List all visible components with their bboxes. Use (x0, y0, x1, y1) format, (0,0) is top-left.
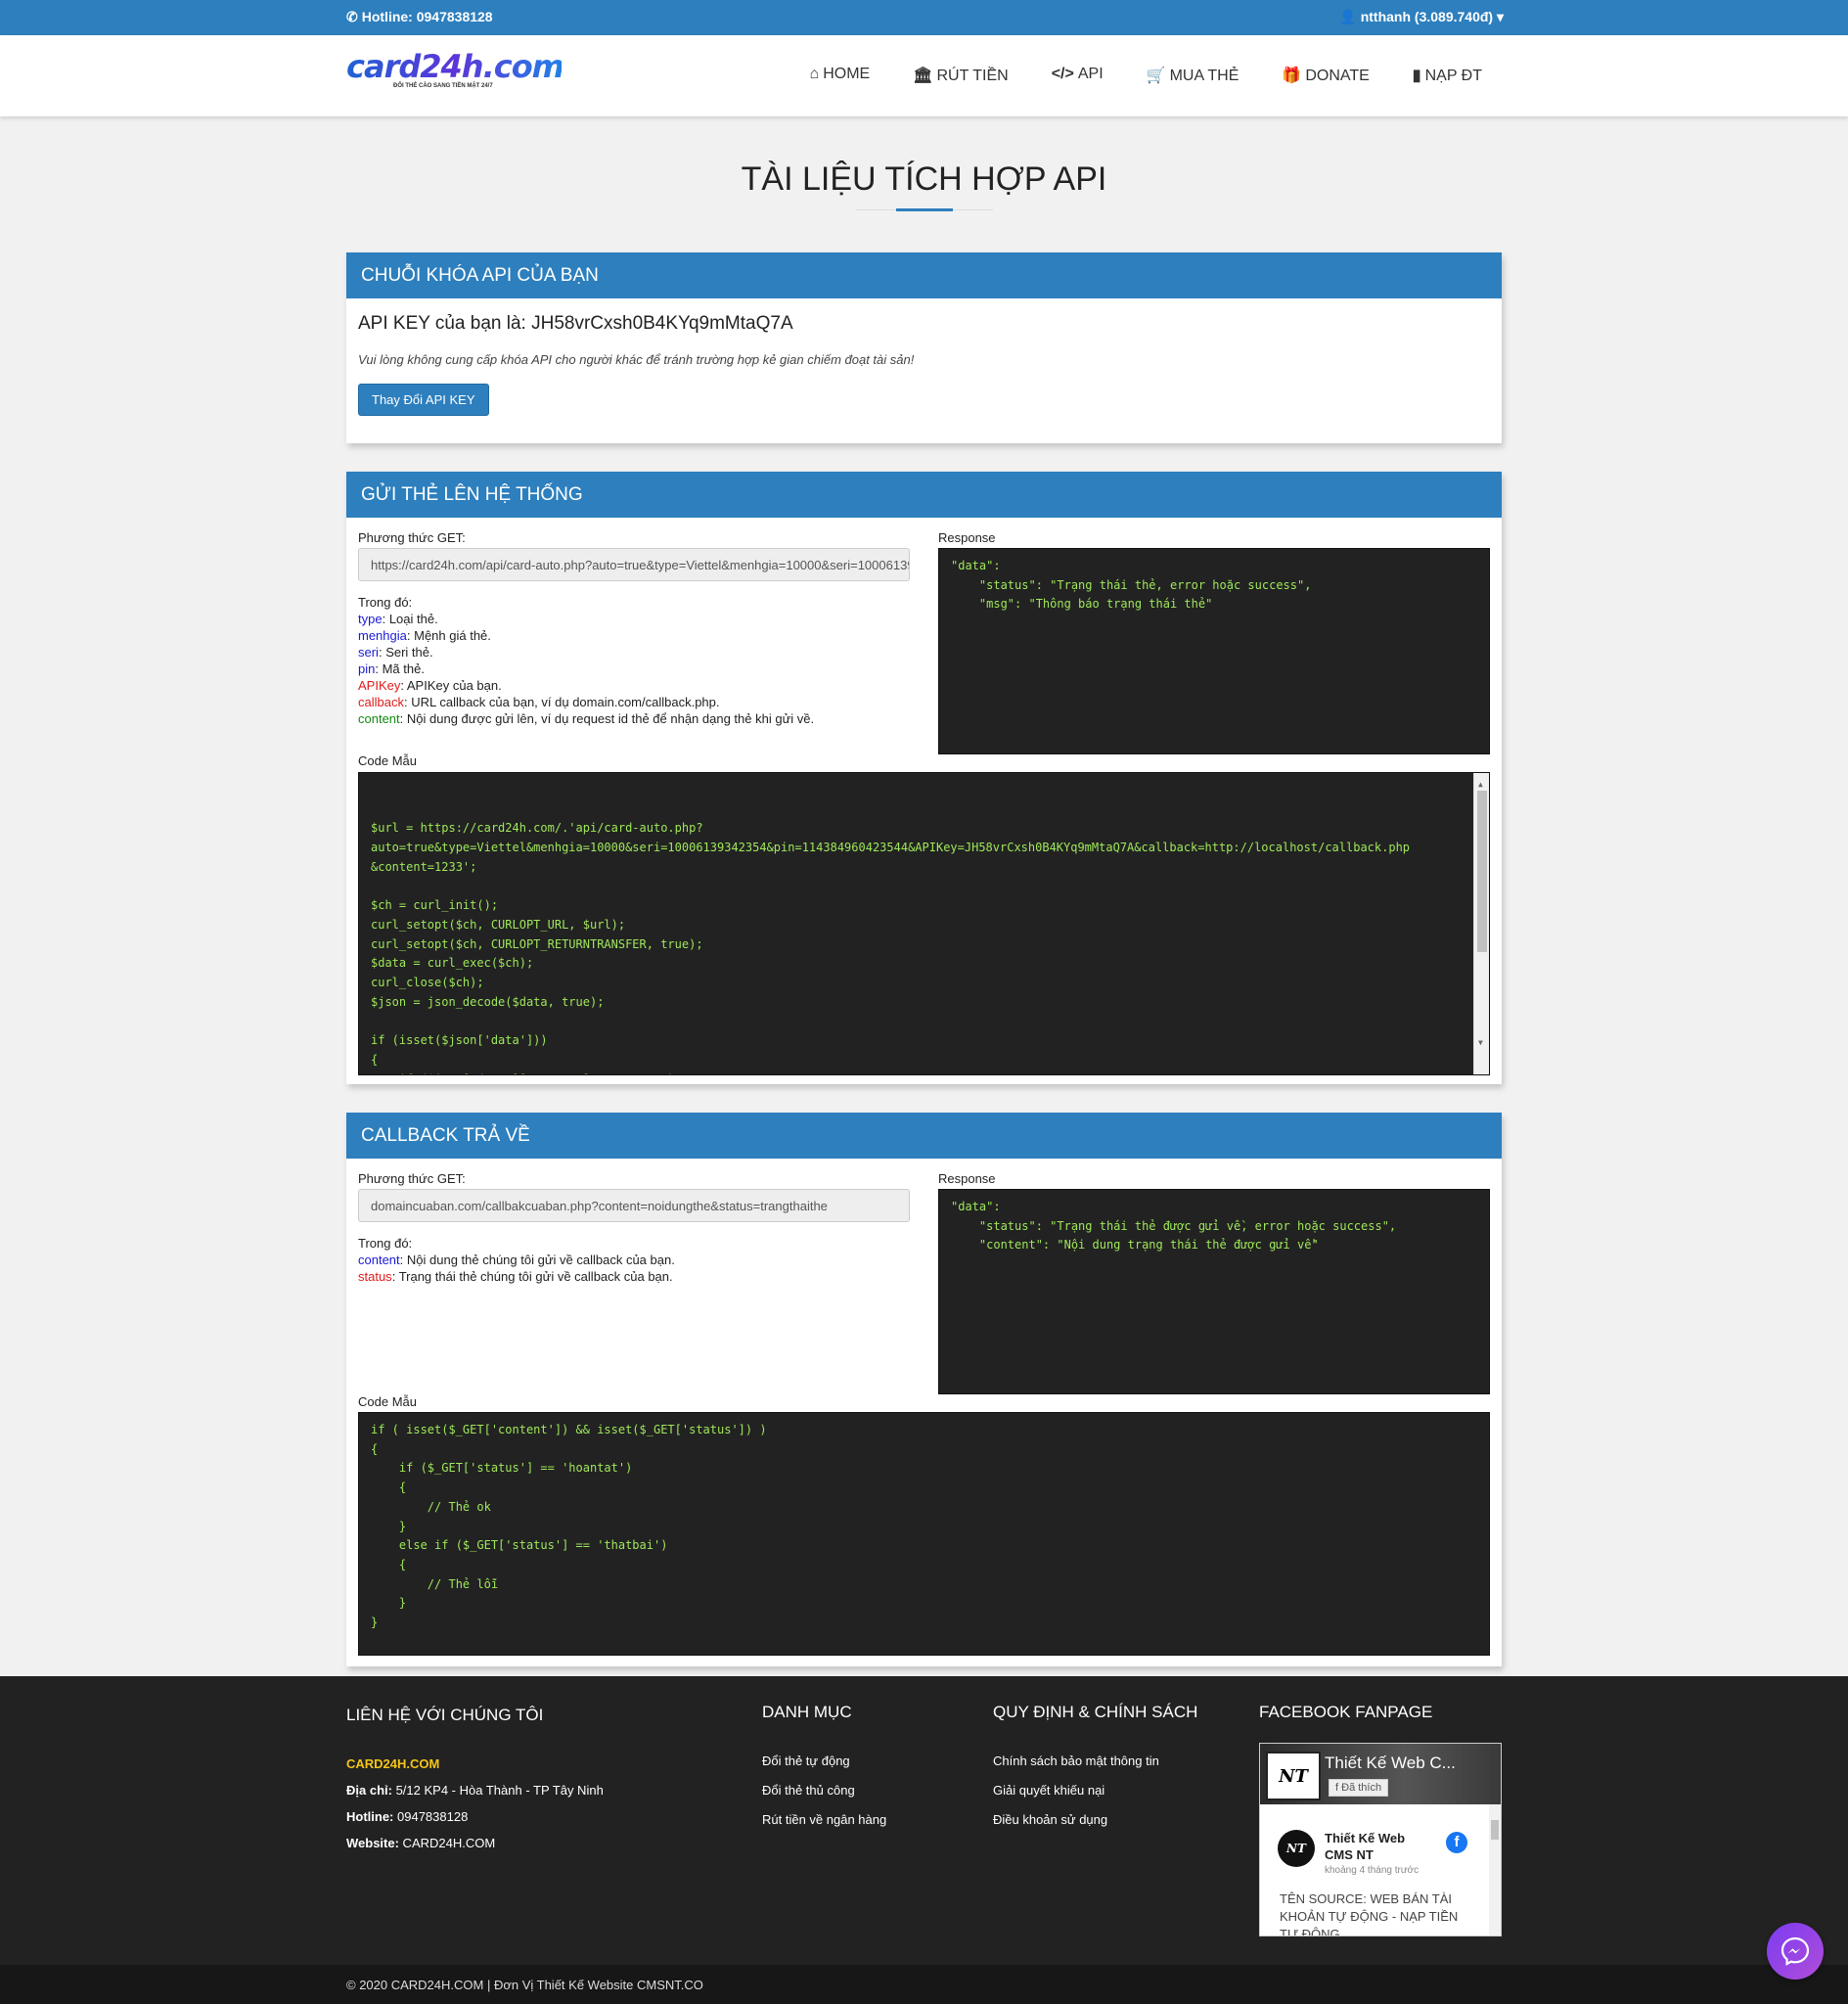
messenger-button[interactable] (1767, 1923, 1824, 1980)
fb-page-name[interactable]: Thiết Kế Web C... (1325, 1754, 1456, 1773)
scrollbar-thumb[interactable] (1477, 791, 1487, 952)
callback-params-description: Trong đó: content: Nội dung thẻ chúng tô… (358, 1235, 675, 1285)
bank-icon: 🏛 (913, 68, 933, 84)
footer: LIÊN HỆ VỚI CHÚNG TÔI CARD24H.COM Địa ch… (0, 1676, 1848, 1965)
facebook-icon: f (1446, 1832, 1467, 1853)
response-textarea[interactable]: "data": "status": "Trạng thái thẻ được g… (938, 1189, 1490, 1394)
footer-address: Địa chỉ: 5/12 KP4 - Hòa Thành - TP Tây N… (346, 1783, 604, 1798)
gift-icon: 🎁 (1282, 68, 1302, 84)
code-sample-label: Code Mẫu (358, 753, 417, 768)
get-url-field[interactable]: https://card24h.com/api/card-auto.php?au… (358, 548, 910, 581)
user-menu[interactable]: 👤 ntthanh (3.089.740đ) ▾ (1339, 9, 1504, 25)
nav-home[interactable]: ⌂ HOME (810, 66, 871, 85)
site-logo[interactable]: card24h.com ĐỔI THẺ CÀO SANG TIỀN MẶT 24… (346, 50, 564, 95)
param-row: type: Loại thẻ. (358, 612, 438, 626)
param-row: content: Nội dung được gửi lên, ví dụ re… (358, 711, 815, 726)
scrollbar-thumb[interactable] (1491, 1820, 1499, 1840)
method-label: Phương thức GET: (358, 1171, 466, 1186)
mobile-icon: ▮ (1412, 68, 1421, 84)
param-row: content: Nội dung thẻ chúng tôi gửi về c… (358, 1252, 675, 1267)
method-label: Phương thức GET: (358, 530, 466, 545)
code-sample-textarea[interactable]: if ( isset($_GET['content']) && isset($_… (358, 1412, 1490, 1656)
footer-link-auto-exchange[interactable]: Đổi thẻ tự động (762, 1754, 886, 1768)
footer-link-privacy[interactable]: Chính sách bảo mật thông tin (993, 1754, 1197, 1768)
panel-heading: GỬI THẺ LÊN HỆ THỐNG (346, 472, 1502, 518)
nav-withdraw[interactable]: 🏛 RÚT TIỀN (913, 66, 1009, 85)
nav-donate[interactable]: 🎁 DONATE (1282, 66, 1369, 85)
footer-heading: QUY ĐỊNH & CHÍNH SÁCH (993, 1703, 1198, 1721)
fb-cover: NT Thiết Kế Web C... f Đã thích (1260, 1744, 1501, 1804)
messenger-icon (1780, 1936, 1810, 1966)
api-key-panel: CHUỖI KHÓA API CỦA BẠN API KEY của bạn l… (346, 252, 1502, 443)
fb-post-text: TÊN SOURCE: WEB BÁN TÀI KHOẢN TỰ ĐỘNG - … (1280, 1891, 1459, 1936)
page-title: TÀI LIỆU TÍCH HỢP API (741, 160, 1107, 198)
fb-like-button[interactable]: f Đã thích (1329, 1779, 1389, 1797)
footer-menu: DANH MỤC Đổi thẻ tự động Đổi thẻ thủ côn… (762, 1703, 886, 1842)
code-icon: </> (1051, 66, 1074, 82)
param-row: APIKey: APIKey của bạn. (358, 678, 502, 693)
facebook-page-widget[interactable]: NT Thiết Kế Web C... f Đã thích NT Thiết… (1259, 1743, 1502, 1936)
change-api-key-button[interactable]: Thay Đổi API KEY (358, 384, 489, 416)
response-textarea[interactable]: "data": "status": "Trạng thái thẻ, error… (938, 548, 1490, 754)
home-icon: ⌂ (809, 66, 820, 82)
nav-topup[interactable]: ▮ NẠP ĐT (1413, 66, 1482, 85)
api-key-warning: Vui lòng không cung cấp khóa API cho ngư… (358, 352, 915, 367)
params-description: Trong đó: type: Loại thẻ. menhgia: Mệnh … (358, 594, 814, 727)
footer-heading: DANH MỤC (762, 1703, 852, 1721)
header: card24h.com ĐỔI THẺ CÀO SANG TIỀN MẶT 24… (0, 35, 1848, 116)
panel-heading: CHUỖI KHÓA API CỦA BẠN (346, 252, 1502, 298)
callback-url-field[interactable]: domaincuaban.com/callbakcuaban.php?conte… (358, 1189, 910, 1222)
footer-contact: LIÊN HỆ VỚI CHÚNG TÔI CARD24H.COM Địa ch… (346, 1706, 604, 1862)
phone-icon: ✆ (346, 9, 358, 24)
footer-heading: FACEBOOK FANPAGE (1259, 1703, 1433, 1721)
top-bar: ✆ Hotline: 0947838128 👤 ntthanh (3.089.740… (0, 0, 1848, 35)
param-row: status: Trạng thái thẻ chúng tôi gửi về … (358, 1269, 673, 1284)
nav-buy-card[interactable]: 🛒 MUA THẺ (1147, 66, 1240, 85)
fb-post-author[interactable]: Thiết Kế Web CMS NT (1325, 1830, 1432, 1863)
fb-scrollbar[interactable] (1489, 1804, 1501, 1936)
footer-policy: QUY ĐỊNH & CHÍNH SÁCH Chính sách bảo mật… (993, 1703, 1197, 1842)
response-label: Response (938, 530, 996, 545)
footer-hotline: Hotline: 0947838128 (346, 1809, 469, 1824)
footer-brand: CARD24H.COM (346, 1756, 440, 1771)
where-label: Trong đó: (358, 595, 413, 610)
cart-icon: 🛒 (1146, 68, 1166, 84)
footer-link-complaints[interactable]: Giải quyết khiếu nại (993, 1783, 1197, 1798)
param-row: menhgia: Mệnh giá thẻ. (358, 628, 491, 643)
fb-page-avatar[interactable]: NT (1266, 1752, 1321, 1800)
code-text: $url = https://card24h.com/.'api/card-au… (371, 821, 1411, 1074)
footer-link-withdraw[interactable]: Rút tiền về ngân hàng (762, 1812, 886, 1827)
main-nav: ⌂ HOME 🏛 RÚT TIỀN </> API 🛒 MUA THẺ 🎁 DONATE … (767, 66, 1482, 85)
code-scrollbar[interactable]: ▲ ▼ (1473, 773, 1489, 1074)
chevron-down-icon: ▾ (1493, 9, 1504, 24)
code-sample-label: Code Mẫu (358, 1394, 417, 1409)
copyright-bar: © 2020 CARD24H.COM | Đơn Vị Thiết Kế Web… (0, 1965, 1848, 2004)
title-accent (896, 208, 953, 211)
where-label: Trong đó: (358, 1236, 413, 1251)
footer-link-manual-exchange[interactable]: Đổi thẻ thủ công (762, 1783, 886, 1798)
param-row: callback: URL callback của bạn, ví dụ do… (358, 695, 720, 709)
nav-api[interactable]: </> API (1052, 66, 1104, 85)
footer-link-terms[interactable]: Điều khoản sử dụng (993, 1812, 1197, 1827)
fb-post-avatar[interactable]: NT (1278, 1830, 1315, 1867)
hotline[interactable]: ✆ Hotline: 0947838128 (346, 9, 493, 25)
param-row: seri: Seri thẻ. (358, 645, 433, 660)
callback-panel: CALLBACK TRẢ VỀ Phương thức GET: domainc… (346, 1113, 1502, 1666)
param-row: pin: Mã thẻ. (358, 661, 425, 676)
copyright-text: © 2020 CARD24H.COM | Đơn Vị Thiết Kế Web… (346, 1978, 703, 1992)
panel-heading: CALLBACK TRẢ VỀ (346, 1113, 1502, 1159)
footer-heading: LIÊN HỆ VỚI CHÚNG TÔI (346, 1706, 544, 1724)
fb-post-time: khoảng 4 tháng trước (1325, 1865, 1420, 1876)
code-sample-textarea[interactable]: $url = https://card24h.com/.'api/card-au… (358, 772, 1490, 1075)
send-card-panel: GỬI THẺ LÊN HỆ THỐNG Phương thức GET: ht… (346, 472, 1502, 1084)
scroll-down-icon[interactable]: ▼ (1478, 1033, 1483, 1053)
user-icon: 👤 (1339, 9, 1357, 24)
response-label: Response (938, 1171, 996, 1186)
footer-website: Website: CARD24H.COM (346, 1836, 496, 1850)
api-key-text: API KEY của bạn là: JH58vrCxsh0B4KYq9mMt… (358, 313, 793, 334)
